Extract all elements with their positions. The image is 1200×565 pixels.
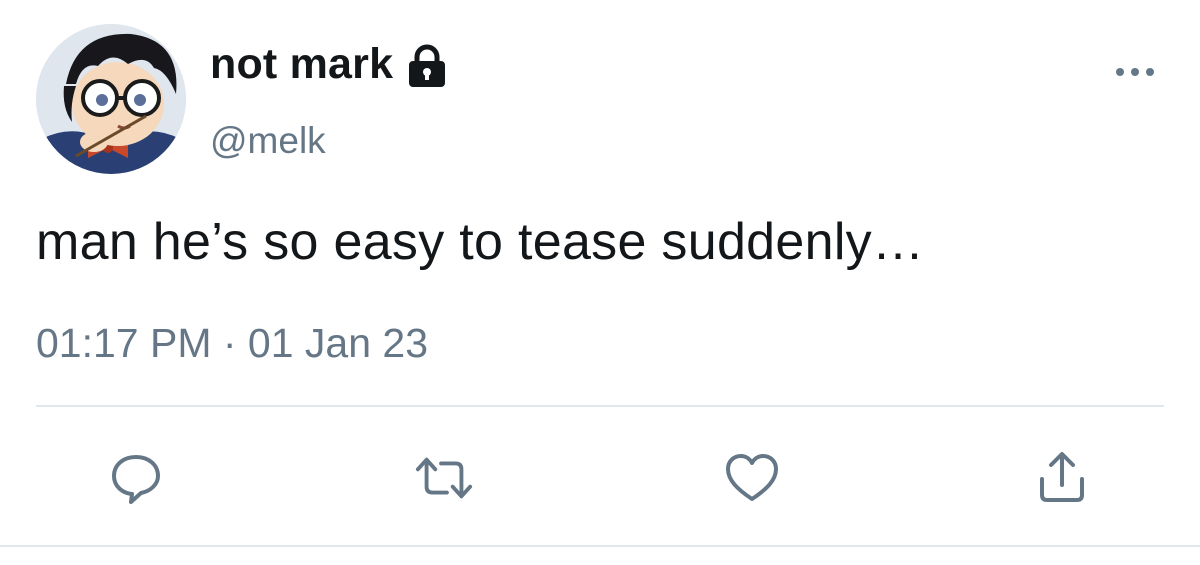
tweet-card: not mark @melk man he’s so easy to tease…	[0, 0, 1200, 565]
avatar[interactable]	[36, 24, 186, 174]
tweet-text: man he’s so easy to tease suddenly…	[36, 213, 925, 271]
retweet-icon	[415, 457, 473, 499]
like-button[interactable]	[722, 448, 782, 508]
retweet-button[interactable]	[414, 448, 474, 508]
bottom-divider	[0, 545, 1200, 547]
share-icon	[1040, 452, 1084, 502]
reply-button[interactable]	[106, 448, 166, 508]
more-horizontal-icon[interactable]	[1112, 60, 1160, 84]
heart-icon	[726, 454, 778, 501]
display-name[interactable]: not mark	[210, 40, 451, 89]
display-name-text: not mark	[210, 40, 394, 88]
reply-icon	[112, 455, 160, 504]
share-button[interactable]	[1032, 448, 1092, 508]
user-handle[interactable]: @melk	[210, 120, 326, 162]
lock-icon	[409, 44, 446, 87]
tweet-timestamp[interactable]: 01:17 PM · 01 Jan 23	[36, 320, 428, 367]
avatar-image	[36, 24, 186, 174]
divider	[36, 405, 1164, 407]
